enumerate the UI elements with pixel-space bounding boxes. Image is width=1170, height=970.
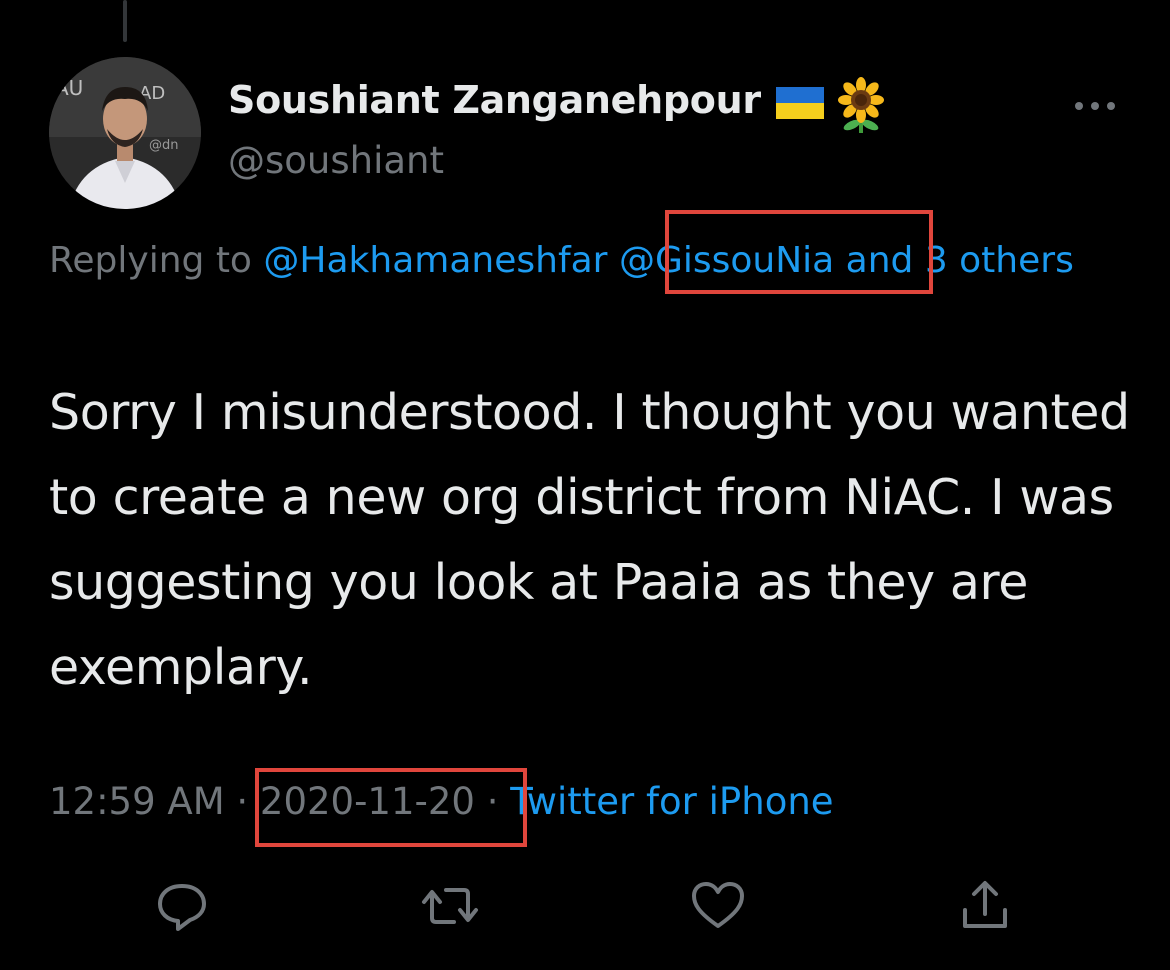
tweet-time[interactable]: 12:59 AM xyxy=(49,780,225,823)
tweet-text: Sorry I misunderstood. I thought you wan… xyxy=(49,384,1130,696)
meta-separator: · xyxy=(236,780,249,823)
sunflower-icon xyxy=(834,77,888,135)
svg-text:@dn: @dn xyxy=(149,138,179,153)
mention-hakhamaneshfar[interactable]: @Hakhamaneshfar xyxy=(263,240,607,281)
like-icon xyxy=(692,882,744,928)
tweet-metadata: 12:59 AM · 2020-11-20 · Twitter for iPho… xyxy=(49,780,834,823)
reply-icon xyxy=(158,884,206,931)
thread-connector-line xyxy=(123,0,127,42)
tweet-source-link[interactable]: Twitter for iPhone xyxy=(510,780,833,823)
retweet-button[interactable] xyxy=(420,876,480,936)
retweet-icon xyxy=(422,888,478,924)
avatar-photo-icon: AU AD @dn xyxy=(49,57,201,209)
share-icon xyxy=(963,881,1007,928)
reply-button[interactable] xyxy=(152,876,212,936)
tweet-date[interactable]: 2020-11-20 xyxy=(260,780,475,823)
reply-prefix: Replying to xyxy=(49,240,252,281)
mention-gissounia[interactable]: @GissouNia xyxy=(619,240,834,281)
more-options-icon[interactable] xyxy=(1071,94,1119,118)
mention-others-link[interactable]: and 3 others xyxy=(846,240,1074,281)
like-button[interactable] xyxy=(688,876,748,936)
share-button[interactable] xyxy=(955,876,1015,936)
ukraine-flag-icon xyxy=(776,87,824,119)
avatar[interactable]: AU AD @dn xyxy=(49,57,201,209)
author-name[interactable]: Soushiant Zanganehpour xyxy=(228,78,761,122)
author-handle[interactable]: @soushiant xyxy=(228,139,444,182)
svg-text:AU: AU xyxy=(55,76,83,100)
meta-separator: · xyxy=(486,780,499,823)
reply-context: Replying to @Hakhamaneshfar @GissouNia a… xyxy=(49,230,1129,292)
